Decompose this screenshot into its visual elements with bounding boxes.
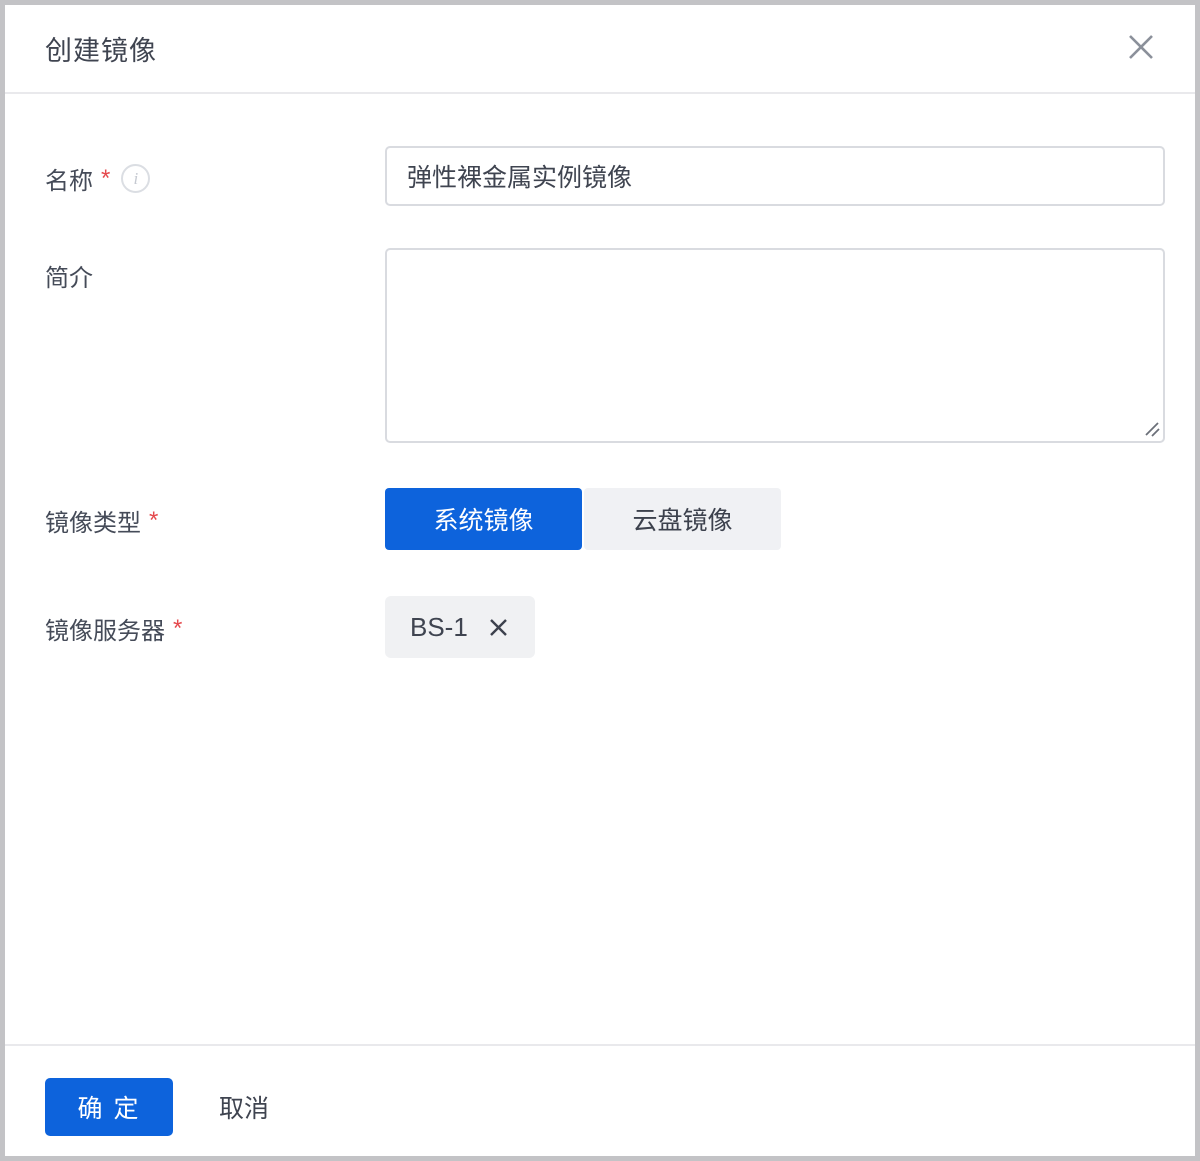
form-row-image-server: 镜像服务器 * BS-1 — [45, 596, 1165, 658]
image-server-control: BS-1 — [385, 596, 1165, 658]
dialog-header: 创建镜像 — [5, 5, 1195, 94]
description-label-text: 简介 — [45, 258, 93, 293]
description-textarea[interactable] — [385, 248, 1165, 443]
image-server-tag: BS-1 — [385, 596, 535, 658]
close-button[interactable] — [1121, 29, 1161, 69]
name-input[interactable] — [385, 146, 1165, 206]
form-row-image-type: 镜像类型 * 系统镜像 云盘镜像 — [45, 488, 1165, 550]
image-type-toggle-group: 系统镜像 云盘镜像 — [385, 488, 1165, 550]
name-label-text: 名称 — [45, 161, 93, 196]
create-image-dialog: 创建镜像 名称 * i 简介 — [0, 0, 1200, 1161]
toggle-volume-image[interactable]: 云盘镜像 — [584, 488, 781, 550]
image-server-label: 镜像服务器 * — [45, 596, 385, 646]
image-type-label-text: 镜像类型 — [45, 503, 141, 538]
dialog-title: 创建镜像 — [45, 29, 157, 68]
dialog-footer: 确 定 取消 — [5, 1044, 1195, 1156]
tag-label: BS-1 — [410, 612, 468, 643]
name-label: 名称 * i — [45, 146, 385, 196]
required-asterisk: * — [173, 615, 182, 643]
image-server-label-text: 镜像服务器 — [45, 611, 165, 646]
description-label: 简介 — [45, 248, 385, 293]
cancel-button[interactable]: 取消 — [219, 1089, 269, 1125]
required-asterisk: * — [101, 165, 110, 193]
toggle-system-image[interactable]: 系统镜像 — [385, 488, 582, 550]
form-row-description: 简介 — [45, 248, 1165, 443]
image-type-control: 系统镜像 云盘镜像 — [385, 488, 1165, 550]
name-control — [385, 146, 1165, 206]
description-control — [385, 248, 1165, 443]
image-type-label: 镜像类型 * — [45, 488, 385, 538]
info-icon[interactable]: i — [121, 164, 150, 193]
close-icon — [1124, 30, 1158, 67]
dialog-body: 名称 * i 简介 — [5, 94, 1195, 1044]
confirm-button[interactable]: 确 定 — [45, 1078, 173, 1136]
tag-remove-icon — [487, 616, 510, 639]
form-row-name: 名称 * i — [45, 146, 1165, 206]
tag-remove-button[interactable] — [487, 616, 510, 639]
required-asterisk: * — [149, 507, 158, 535]
